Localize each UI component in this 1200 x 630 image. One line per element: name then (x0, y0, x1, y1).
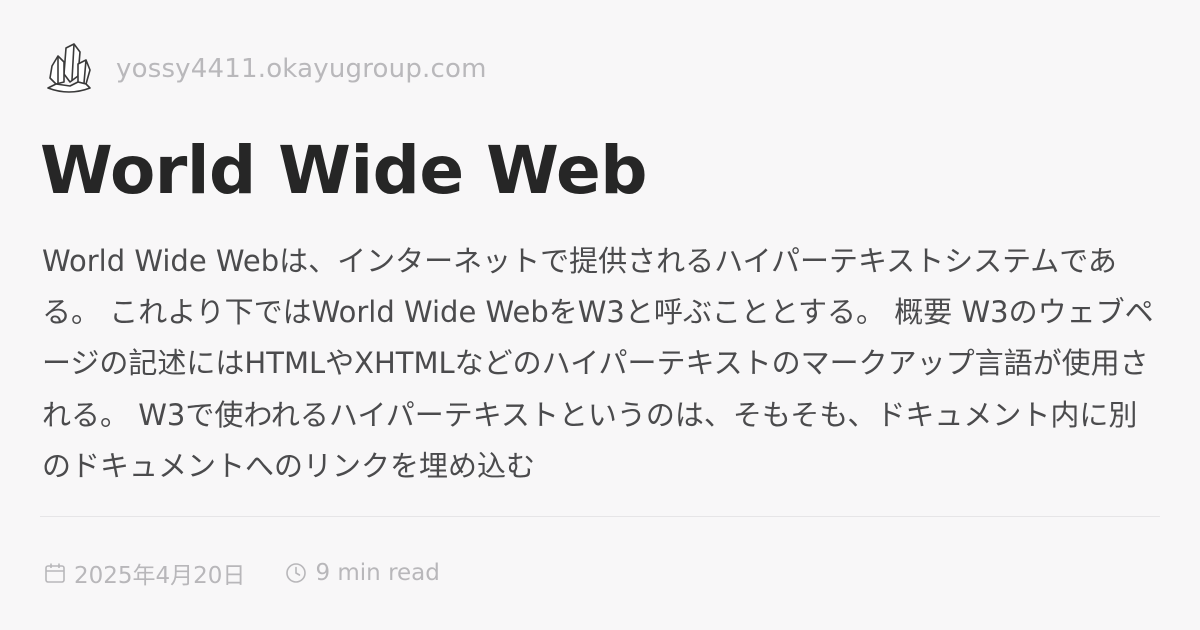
article-excerpt: World Wide Webは、インターネットで提供されるハイパーテキストシステ… (42, 244, 1154, 483)
site-header: yossy4411.okayugroup.com (44, 42, 487, 96)
divider (40, 516, 1160, 517)
site-domain[interactable]: yossy4411.okayugroup.com (116, 54, 487, 84)
read-time: 9 min read (285, 560, 440, 586)
read-time-text: 9 min read (315, 560, 440, 586)
publish-date-text: 2025年4月20日 (74, 563, 246, 589)
article-meta: 2025年4月20日 9 min read (44, 556, 440, 590)
article-title: World Wide Web (40, 132, 648, 209)
clock-icon (286, 563, 307, 583)
crystal-logo-icon[interactable] (44, 42, 94, 96)
publish-date: 2025年4月20日 (44, 556, 245, 590)
calendar-icon (45, 563, 65, 583)
